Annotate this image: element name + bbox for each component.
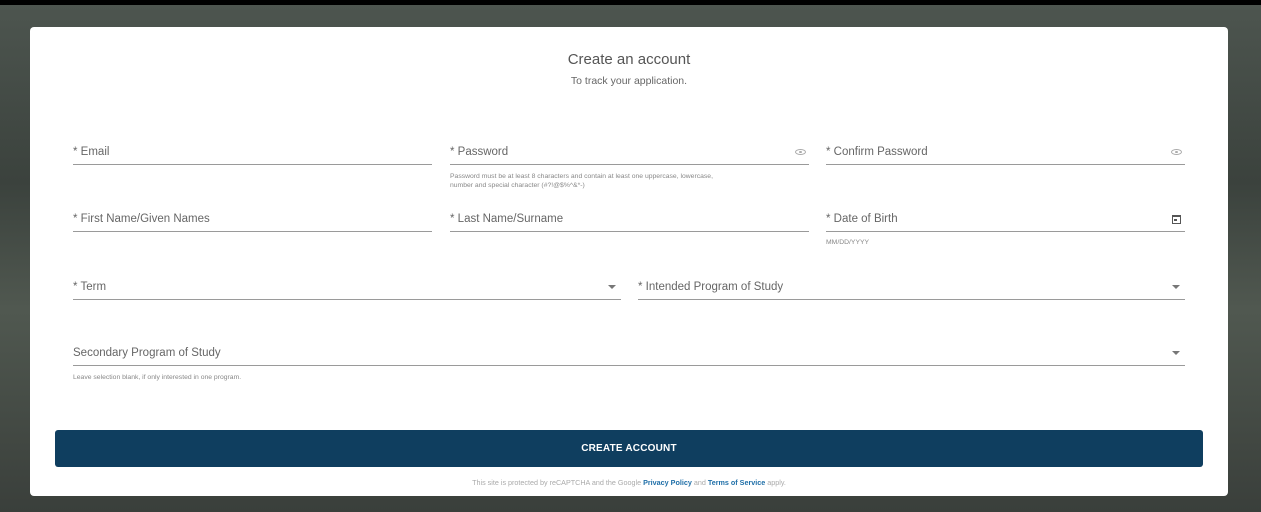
recaptcha-apply-text: apply. [767, 478, 786, 487]
terms-of-service-link[interactable]: Terms of Service [708, 478, 765, 487]
first-name-label: * First Name/Given Names [73, 213, 210, 225]
recaptcha-text: This site is protected by reCAPTCHA and … [472, 478, 642, 487]
privacy-policy-link[interactable]: Privacy Policy [643, 478, 692, 487]
caret-down-icon[interactable] [1169, 280, 1183, 294]
email-label: * Email [73, 146, 110, 158]
intended-program-label: * Intended Program of Study [638, 281, 784, 293]
confirm-password-label: * Confirm Password [826, 146, 928, 158]
intended-program-select[interactable]: * Intended Program of Study [638, 278, 1185, 300]
recaptcha-notice: This site is protected by reCAPTCHA and … [30, 478, 1228, 487]
confirm-password-field[interactable]: * Confirm Password [826, 143, 1185, 165]
password-hint: Password must be at least 8 characters a… [450, 172, 810, 190]
email-field[interactable]: * Email [73, 143, 432, 165]
secondary-program-hint: Leave selection blank, if only intereste… [73, 374, 242, 381]
term-label: * Term [73, 281, 107, 293]
create-account-button[interactable]: CREATE ACCOUNT [55, 430, 1203, 467]
page-subtitle: To track your application. [570, 75, 688, 87]
page-title: Create an account [567, 51, 691, 68]
create-account-dialog: Create an account To track your applicat… [30, 27, 1228, 496]
calendar-icon[interactable] [1169, 212, 1183, 226]
last-name-label: * Last Name/Surname [450, 213, 564, 225]
recaptcha-and-text: and [693, 478, 706, 487]
password-label: * Password [450, 146, 509, 158]
term-select[interactable]: * Term [73, 278, 621, 300]
password-hint-line-1: Password must be at least 8 characters a… [450, 173, 713, 180]
eye-icon[interactable] [793, 145, 807, 159]
secondary-program-select[interactable]: Secondary Program of Study [73, 344, 1185, 366]
eye-icon[interactable] [1169, 145, 1183, 159]
password-field[interactable]: * Password [450, 143, 809, 165]
caret-down-icon[interactable] [1169, 346, 1183, 360]
first-name-field[interactable]: * First Name/Given Names [73, 210, 432, 232]
date-format-hint: MM/DD/YYYY [826, 239, 870, 246]
date-of-birth-label: * Date of Birth [826, 213, 898, 225]
last-name-field[interactable]: * Last Name/Surname [450, 210, 809, 232]
date-of-birth-field[interactable]: * Date of Birth [826, 210, 1185, 232]
caret-down-icon[interactable] [605, 280, 619, 294]
password-hint-line-2: number and special character (#?!@$%^&*-… [450, 182, 585, 189]
secondary-program-label: Secondary Program of Study [73, 347, 221, 359]
